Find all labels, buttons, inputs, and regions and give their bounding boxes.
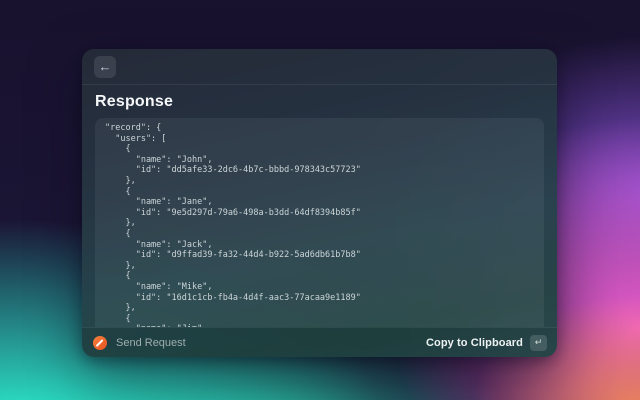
copy-to-clipboard-action[interactable]: Copy to Clipboard ↵ xyxy=(425,334,547,351)
send-request-label: Send Request xyxy=(116,336,186,349)
response-json: "record": { "users": [ { "name": "John",… xyxy=(105,123,361,327)
window-header: ← xyxy=(82,49,557,85)
back-arrow-icon: ← xyxy=(98,59,112,74)
response-window: ← Response "record": { "users": [ { "nam… xyxy=(82,49,557,357)
back-button[interactable]: ← xyxy=(94,55,116,78)
extension-icon xyxy=(93,335,107,350)
window-footer: Send Request Copy to Clipboard ↵ xyxy=(82,327,557,357)
copy-to-clipboard-label: Copy to Clipboard xyxy=(425,336,523,349)
return-key-icon: ↵ xyxy=(530,334,547,351)
response-code-block[interactable]: "record": { "users": [ { "name": "John",… xyxy=(95,118,544,327)
page-title: Response xyxy=(95,93,174,110)
send-request-action[interactable]: Send Request xyxy=(93,335,186,350)
window-content: Response "record": { "users": [ { "name"… xyxy=(82,85,557,327)
